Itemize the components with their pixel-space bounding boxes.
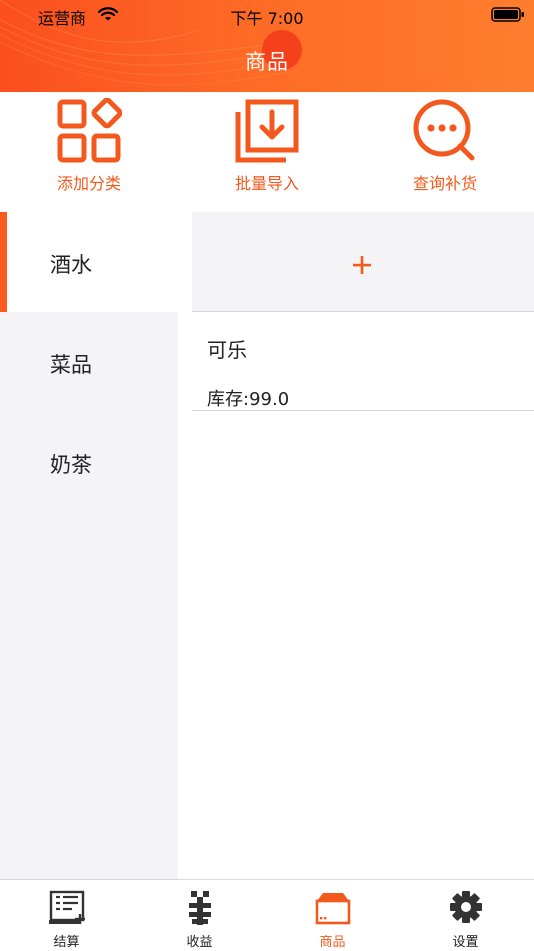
category-label: 菜品 [50,353,92,377]
category-item-milk-tea[interactable]: 奶茶 [0,412,178,512]
tab-label: 收益 [186,935,213,950]
product-list: 可乐 库存:99.0 [192,212,534,879]
category-sidebar: 酒水 菜品 奶茶 [0,212,192,879]
tab-label: 商品 [319,935,346,950]
status-bar: 运营商 下午 7:00 [0,0,534,30]
search-restock-icon [413,99,475,161]
page-title: 商品 [245,50,289,74]
category-item-dishes[interactable]: 菜品 [0,312,178,412]
batch-import-button[interactable]: 批量导入 [178,92,356,210]
add-category-label: 添加分类 [56,174,121,193]
tab-checkout[interactable]: 结算 [0,880,133,951]
status-time: 下午 7:00 [230,9,304,28]
tab-settings[interactable]: 设置 [399,880,532,951]
category-label: 酒水 [50,253,92,277]
batch-import-label: 批量导入 [234,174,299,193]
add-category-button[interactable]: 添加分类 [0,92,178,210]
search-restock-button[interactable]: 查询补货 [356,92,534,210]
plus-icon [353,256,371,274]
tab-earnings[interactable]: 收益 [133,880,266,951]
category-item-drinks[interactable]: 酒水 [0,212,192,312]
app-header: 运营商 下午 7:00 商品 [0,0,534,92]
tab-bar: 结算 收益 商品 设置 [0,879,534,951]
selected-indicator [0,212,7,312]
category-label: 奶茶 [50,453,92,477]
quick-actions: 添加分类 批量导入 查询补货 [0,92,534,210]
tab-label: 结算 [53,935,80,950]
search-restock-label: 查询补货 [412,174,477,193]
earnings-icon [189,891,211,925]
product-row[interactable]: 可乐 库存:99.0 [192,312,534,411]
tab-label: 设置 [452,935,479,950]
product-stock: 库存:99.0 [207,389,290,410]
goods-box-icon [315,893,351,925]
add-category-icon [57,98,122,163]
checkout-icon [49,890,85,924]
battery-icon [491,7,524,22]
batch-import-icon [235,99,299,163]
product-name: 可乐 [207,338,247,362]
settings-gear-icon [450,891,482,923]
tab-goods[interactable]: 商品 [266,880,399,951]
add-product-button[interactable] [192,212,534,312]
